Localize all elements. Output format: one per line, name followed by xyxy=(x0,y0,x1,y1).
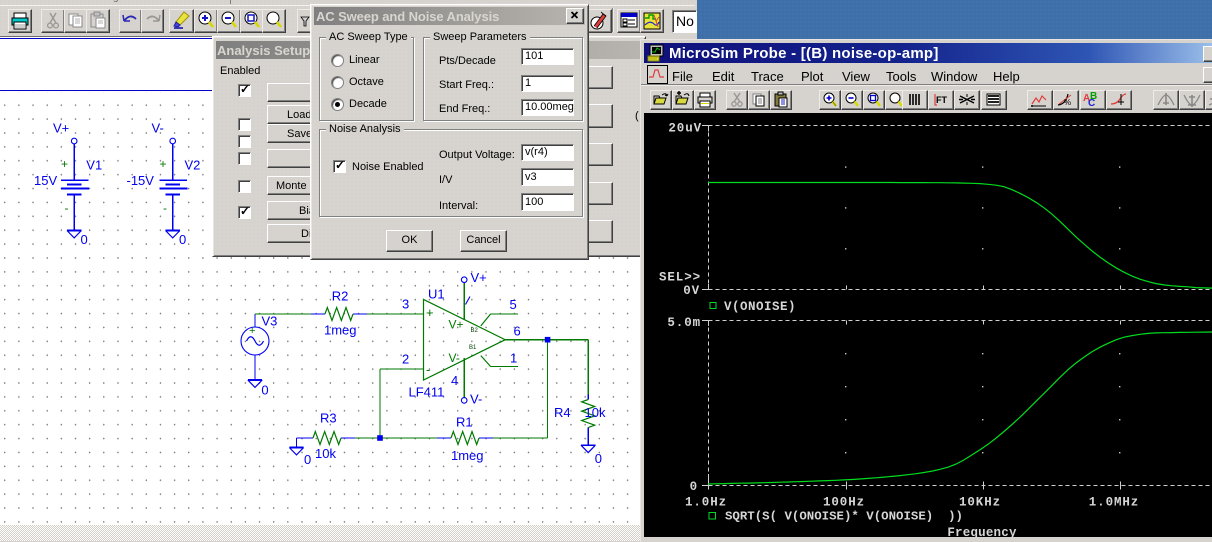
svg-text:0: 0 xyxy=(690,480,698,494)
svg-text:+: + xyxy=(426,305,434,320)
svg-text:1.0Hz: 1.0Hz xyxy=(685,496,727,510)
svg-text:+: + xyxy=(61,157,68,171)
svg-text:V(ONOISE): V(ONOISE) xyxy=(724,300,796,314)
svg-text:10k: 10k xyxy=(315,446,336,461)
svg-text:V1: V1 xyxy=(86,158,102,173)
svg-text:5: 5 xyxy=(510,297,517,312)
svg-text:R2: R2 xyxy=(332,289,349,304)
svg-text:R3: R3 xyxy=(320,411,337,426)
svg-text:C: C xyxy=(1088,98,1095,109)
svg-text:0: 0 xyxy=(179,232,186,247)
svg-text:V+: V+ xyxy=(449,318,464,332)
svg-text:1meg: 1meg xyxy=(324,323,357,338)
svg-text:R4: R4 xyxy=(554,405,571,420)
svg-text:0: 0 xyxy=(595,451,602,466)
svg-text:SQRT(S( V(ONOISE)* V(ONOISE): SQRT(S( V(ONOISE)* V(ONOISE) )) xyxy=(725,510,963,524)
svg-text:-: - xyxy=(163,201,167,215)
svg-text:0: 0 xyxy=(81,232,88,247)
svg-text:B2: B2 xyxy=(471,328,479,334)
svg-text:20uV: 20uV xyxy=(668,122,702,136)
svg-text:%: % xyxy=(1064,98,1071,107)
svg-text:0: 0 xyxy=(304,452,311,467)
svg-text:+: + xyxy=(160,157,167,171)
svg-text:3: 3 xyxy=(402,297,409,312)
svg-text:SEL>>: SEL>> xyxy=(659,271,701,285)
svg-text:-: - xyxy=(426,362,430,377)
svg-text:V-: V- xyxy=(449,351,460,365)
svg-text:+: + xyxy=(249,325,255,337)
svg-text:LF411: LF411 xyxy=(409,385,445,400)
svg-text:10k: 10k xyxy=(585,405,606,420)
svg-text:V+: V+ xyxy=(471,270,487,285)
svg-text:V-: V- xyxy=(470,392,482,407)
svg-text:Frequency: Frequency xyxy=(947,526,1017,537)
svg-text:V3: V3 xyxy=(262,314,278,329)
svg-text:1meg: 1meg xyxy=(451,448,484,463)
svg-text:-15V: -15V xyxy=(127,173,155,188)
svg-text:-: - xyxy=(65,201,69,215)
svg-text:FT: FT xyxy=(936,95,947,105)
svg-text:5.0m: 5.0m xyxy=(667,316,701,330)
svg-text:B1: B1 xyxy=(469,345,477,351)
svg-text:V+: V+ xyxy=(53,121,69,136)
svg-text:V-: V- xyxy=(152,121,164,136)
svg-text:0: 0 xyxy=(261,383,268,398)
svg-text:0V: 0V xyxy=(683,284,700,298)
svg-text:4: 4 xyxy=(451,373,458,388)
svg-text:6: 6 xyxy=(514,324,521,339)
svg-text:U1: U1 xyxy=(428,287,445,302)
svg-text:2: 2 xyxy=(402,352,409,367)
svg-text:10KHz: 10KHz xyxy=(959,496,1001,510)
svg-text:100Hz: 100Hz xyxy=(823,496,865,510)
svg-text:15V: 15V xyxy=(34,173,57,188)
svg-text:1.0MHz: 1.0MHz xyxy=(1089,496,1139,510)
svg-text:R1: R1 xyxy=(456,415,473,430)
svg-text:1: 1 xyxy=(510,351,517,366)
svg-text:V2: V2 xyxy=(185,158,201,173)
